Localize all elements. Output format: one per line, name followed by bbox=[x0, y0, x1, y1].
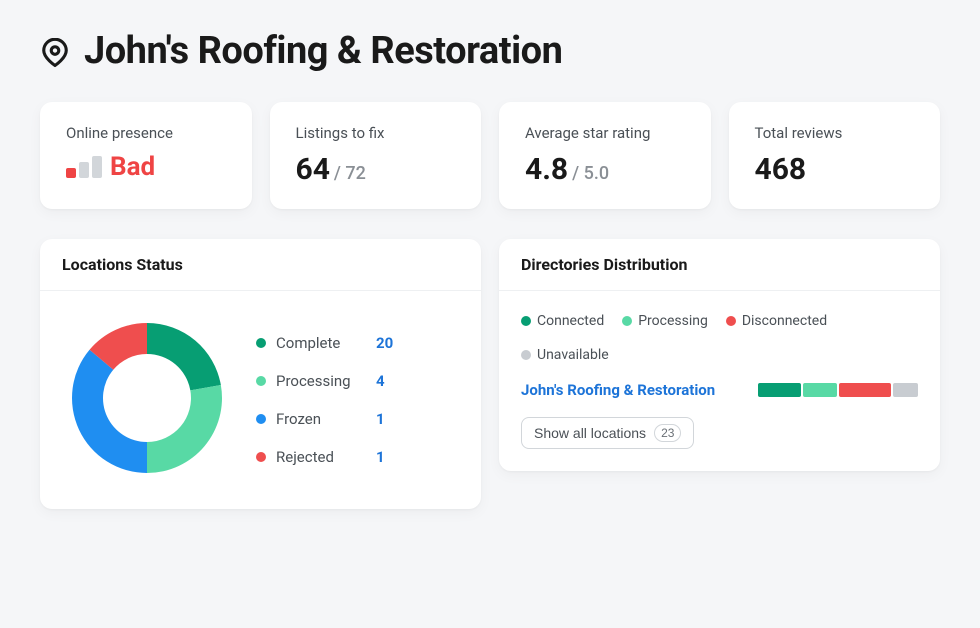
stat-value: 4.8 bbox=[525, 152, 568, 187]
distribution-row-name: John's Roofing & Restoration bbox=[521, 381, 744, 399]
show-all-count: 23 bbox=[654, 424, 681, 442]
legend-dot-icon bbox=[726, 316, 736, 326]
distribution-row: John's Roofing & Restoration bbox=[521, 381, 918, 399]
legend-value: 1 bbox=[376, 448, 385, 466]
legend-dot-icon bbox=[256, 452, 266, 462]
distribution-segment bbox=[893, 383, 918, 397]
locations-status-panel: Locations Status Complete 20 Processing 4 Fr… bbox=[40, 239, 481, 509]
show-all-label: Show all locations bbox=[534, 425, 646, 441]
directories-legend: Connected Processing Disconnected Unavailab… bbox=[521, 313, 918, 363]
stat-value: 64 bbox=[296, 152, 330, 187]
legend-label: Processing bbox=[276, 372, 366, 390]
legend-label: Rejected bbox=[276, 448, 366, 466]
distribution-segment bbox=[803, 383, 837, 397]
location-pin-icon bbox=[40, 38, 70, 72]
panel-title: Directories Distribution bbox=[499, 239, 940, 291]
donut-segment bbox=[72, 349, 147, 472]
stat-sub: / 72 bbox=[334, 163, 366, 184]
stat-sub: / 5.0 bbox=[572, 163, 609, 184]
donut-segment bbox=[147, 323, 221, 390]
donut-segment bbox=[147, 385, 222, 473]
legend-item: Complete 20 bbox=[256, 334, 393, 352]
legend-item: Disconnected bbox=[726, 313, 827, 329]
stat-total-reviews: Total reviews 468 bbox=[729, 102, 941, 209]
legend-value: 4 bbox=[376, 372, 385, 390]
donut-chart bbox=[62, 313, 232, 487]
stat-average-rating: Average star rating 4.8 / 5.0 bbox=[499, 102, 711, 209]
stat-label: Average star rating bbox=[525, 124, 685, 142]
legend-label: Processing bbox=[638, 313, 708, 329]
panel-title: Locations Status bbox=[40, 239, 481, 291]
stat-label: Online presence bbox=[66, 124, 226, 142]
signal-bars-icon bbox=[66, 156, 102, 178]
legend-item: Processing 4 bbox=[256, 372, 393, 390]
stat-label: Total reviews bbox=[755, 124, 915, 142]
distribution-segment bbox=[758, 383, 801, 397]
distribution-bar bbox=[758, 383, 918, 397]
legend-item: Unavailable bbox=[521, 347, 609, 363]
legend-label: Unavailable bbox=[537, 347, 609, 363]
show-all-locations-button[interactable]: Show all locations 23 bbox=[521, 417, 694, 449]
stats-row: Online presence Bad Listings to fix 64 /… bbox=[40, 102, 940, 209]
stat-online-presence: Online presence Bad bbox=[40, 102, 252, 209]
distribution-segment bbox=[839, 383, 891, 397]
legend-label: Disconnected bbox=[742, 313, 827, 329]
locations-legend: Complete 20 Processing 4 Frozen 1 Rejected 1 bbox=[256, 334, 393, 466]
legend-dot-icon bbox=[256, 376, 266, 386]
legend-item: Frozen 1 bbox=[256, 410, 393, 428]
legend-value: 20 bbox=[376, 334, 393, 352]
legend-dot-icon bbox=[256, 338, 266, 348]
legend-item: Connected bbox=[521, 313, 604, 329]
stat-label: Listings to fix bbox=[296, 124, 456, 142]
legend-dot-icon bbox=[521, 350, 531, 360]
stat-value: 468 bbox=[755, 152, 915, 187]
stat-value: Bad bbox=[110, 152, 155, 182]
panels-row: Locations Status Complete 20 Processing 4 Fr… bbox=[40, 239, 940, 509]
page-header: John's Roofing & Restoration bbox=[40, 30, 940, 74]
legend-label: Frozen bbox=[276, 410, 366, 428]
legend-label: Connected bbox=[537, 313, 604, 329]
legend-value: 1 bbox=[376, 410, 385, 428]
legend-dot-icon bbox=[256, 414, 266, 424]
legend-label: Complete bbox=[276, 334, 366, 352]
page-title: John's Roofing & Restoration bbox=[84, 30, 562, 74]
legend-dot-icon bbox=[622, 316, 632, 326]
legend-dot-icon bbox=[521, 316, 531, 326]
legend-item: Processing bbox=[622, 313, 708, 329]
directories-distribution-panel: Directories Distribution Connected Proces… bbox=[499, 239, 940, 471]
legend-item: Rejected 1 bbox=[256, 448, 393, 466]
stat-listings-to-fix: Listings to fix 64 / 72 bbox=[270, 102, 482, 209]
